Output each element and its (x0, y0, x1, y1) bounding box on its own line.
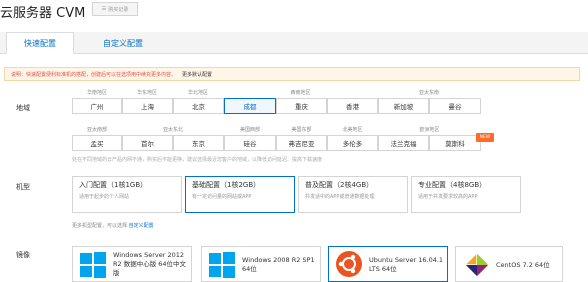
image-name: Windows 2008 R2 SP1 64位 (242, 256, 315, 273)
page-title: 云服务器 CVM (0, 6, 86, 21)
config-desc: 适用于并发要求较高的APP (418, 194, 478, 200)
config-option-standard[interactable]: 普及配置（2核4GB） 并发适中的APP或普通数据处理 (298, 176, 408, 213)
image-option-ubuntu[interactable]: Ubuntu Server 16.04.1 LTS 64位 (328, 246, 448, 282)
region-tokyo[interactable]: 东京 (173, 135, 224, 151)
config-desc: 有一定访问量的网站或APP (192, 194, 252, 200)
config-option-starter[interactable]: 入门配置（1核1GB） 适用于起步的个人网站 (72, 176, 182, 213)
purchase-history-label: 购买记录 (108, 6, 129, 13)
image-name: CentOS 7.2 64位 (496, 261, 550, 269)
region-seoul[interactable]: 首尔 (122, 135, 173, 151)
config-title: 基础配置（1核2GB） (192, 181, 261, 189)
image-option-winserver2012[interactable]: Windows Server 2012 R2 数据中心版 64位中文版 (72, 246, 192, 282)
notice-text: 说明：快速配置便利标准机的搭配，创建后可以在选项用中续充更多内容。 (11, 71, 177, 78)
image-label: 镜像 (16, 251, 30, 259)
region-hongkong[interactable]: 香港 (327, 98, 378, 114)
region-siliconvalley[interactable]: 硅谷 (224, 135, 276, 151)
image-option-win2008[interactable]: Windows 2008 R2 SP1 64位 (201, 246, 321, 282)
purchase-history-button[interactable]: ☰ 购买记录 (92, 2, 138, 16)
ubuntu-icon (336, 251, 362, 277)
more-config-hint: 更多机型配置，可以选择 自定义配置 (72, 222, 154, 229)
group-label: 亚太南部 (86, 127, 107, 133)
config-option-pro[interactable]: 专业配置（4核8GB） 适用于并发要求较高的APP (411, 176, 521, 213)
group-label: 华南地区 (86, 90, 107, 96)
region-mumbai[interactable]: 孟买 (72, 135, 122, 151)
region-bangkok[interactable]: 曼谷 (429, 98, 481, 114)
group-label: 西南地区 (290, 90, 311, 96)
region-beijing[interactable]: 北京 (173, 98, 224, 114)
new-badge: NEW (476, 133, 494, 142)
model-label: 机型 (16, 183, 30, 191)
region-toronto[interactable]: 多伦多 (327, 135, 378, 151)
region-virginia[interactable]: 弗吉尼亚 (276, 135, 327, 151)
region-hint: 处在不同地域的云产品内网不通，购买后不能更换，建议选择最近您客户的地域，以降低访… (72, 157, 323, 163)
config-desc: 适用于起步的个人网站 (79, 194, 130, 200)
region-singapore[interactable]: 新加坡 (378, 98, 429, 114)
tab-quick-config[interactable]: 快速配置 (6, 32, 74, 54)
top-bar: 云服务器 CVM ☰ 购买记录 (0, 0, 588, 24)
group-label: 华东地区 (136, 90, 157, 96)
more-default-config-link[interactable]: 更多默认配置 (182, 71, 212, 78)
windows-icon (209, 252, 235, 278)
tab-custom-config[interactable]: 自定义配置 (80, 32, 166, 54)
windows-icon (80, 252, 106, 278)
list-icon: ☰ (101, 6, 107, 12)
custom-config-link[interactable]: 自定义配置 (129, 223, 154, 229)
region-frankfurt[interactable]: 法兰克福 (378, 135, 429, 151)
group-label: 美国东部 (291, 127, 312, 133)
group-label: 华北地区 (187, 90, 208, 96)
region-moscow[interactable]: 莫斯科 (429, 135, 481, 151)
config-option-basic[interactable]: 基础配置（1核2GB） 有一定访问量的网站或APP (185, 176, 295, 213)
image-name: Ubuntu Server 16.04.1 LTS 64位 (369, 256, 444, 273)
more-config-text: 更多机型配置，可以选择 (72, 223, 128, 229)
group-label: 亚太东南 (418, 90, 439, 96)
region-label: 地域 (16, 104, 30, 112)
region-chengdu[interactable]: 成都 (224, 98, 276, 114)
config-title: 普及配置（2核4GB） (305, 181, 374, 189)
region-shanghai[interactable]: 上海 (122, 98, 173, 114)
region-guangzhou[interactable]: 广州 (72, 98, 122, 114)
group-label: 欧洲地区 (419, 127, 440, 133)
config-desc: 并发适中的APP或普通数据处理 (305, 194, 375, 200)
group-label: 美国西部 (239, 127, 260, 133)
config-title: 入门配置（1核1GB） (79, 181, 148, 189)
centos-icon (465, 253, 489, 277)
image-name: Windows Server 2012 R2 数据中心版 64位中文版 (113, 251, 187, 277)
region-chongqing[interactable]: 重庆 (276, 98, 327, 114)
group-label: 北美地区 (342, 127, 363, 133)
notice-banner: 说明：快速配置便利标准机的搭配，创建后可以在选项用中续充更多内容。 更多默认配置 (4, 67, 580, 81)
config-tabs: 快速配置 自定义配置 (0, 32, 588, 54)
group-label: 亚太东北 (162, 127, 183, 133)
config-title: 专业配置（4核8GB） (418, 181, 487, 189)
image-option-centos[interactable]: CentOS 7.2 64位 (455, 246, 563, 282)
